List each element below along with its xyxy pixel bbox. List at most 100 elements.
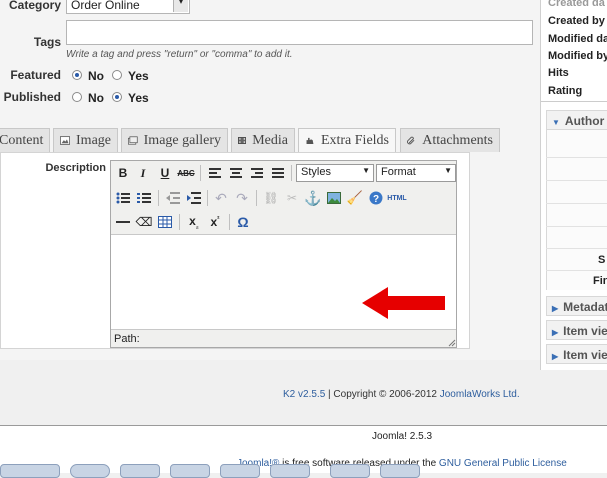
category-select[interactable]: Order Online ▾ <box>66 0 190 14</box>
metadata-panel-header[interactable]: ▶ Metadat <box>546 296 607 316</box>
triangle-right-icon: ▶ <box>552 304 559 313</box>
featured-yes-radio[interactable] <box>112 70 122 80</box>
author-panel-body <box>546 130 607 290</box>
item-view-panel-title-1: Item vie <box>563 324 607 338</box>
tab-image-gallery[interactable]: Image gallery <box>121 128 228 152</box>
bullet-list-icon <box>116 192 130 204</box>
outdent-button[interactable] <box>163 188 183 208</box>
indent-button[interactable] <box>184 188 204 208</box>
published-no-label: No <box>88 91 104 105</box>
outdent-icon <box>166 192 180 204</box>
align-right-button[interactable] <box>247 163 267 183</box>
taskbar-button[interactable] <box>380 464 420 478</box>
superscript-button[interactable]: x² <box>205 212 225 232</box>
cleanup-button[interactable]: 🧹 <box>345 188 365 208</box>
featured-no-radio[interactable] <box>72 70 82 80</box>
tab-extra-fields[interactable]: Extra Fields <box>298 128 396 152</box>
published-yes-label: Yes <box>128 91 149 105</box>
taskbar-button[interactable] <box>120 464 160 478</box>
help-button[interactable]: ? <box>366 188 386 208</box>
italic-button[interactable]: I <box>133 163 153 183</box>
extra-fields-icon <box>306 137 314 144</box>
item-view-panel-header-2[interactable]: ▶ Item vie <box>546 344 607 364</box>
table-grid-icon <box>158 216 172 228</box>
published-label: Published <box>3 90 61 104</box>
attachments-icon <box>407 136 415 145</box>
styles-select-value: Styles <box>301 166 331 178</box>
taskbar-button[interactable] <box>170 464 210 478</box>
taskbar-button[interactable] <box>0 464 60 478</box>
tags-input[interactable] <box>66 20 533 45</box>
redo-button[interactable]: ↷ <box>232 188 252 208</box>
format-select[interactable]: Format ▼ <box>376 164 456 182</box>
k2-footer: K2 v2.5.5 | Copyright © 2006-2012 Joomla… <box>283 389 520 400</box>
bullet-list-button[interactable] <box>113 188 133 208</box>
remove-format-button[interactable]: ⌫ <box>134 212 154 232</box>
toolbar-divider <box>256 190 257 206</box>
toolbar-divider <box>207 190 208 206</box>
published-no-radio[interactable] <box>72 92 82 102</box>
tab-image[interactable]: Image <box>53 128 118 152</box>
featured-no-label: No <box>88 69 104 83</box>
superscript-icon: x² <box>210 215 220 229</box>
metadata-panel-title: Metadat <box>563 300 607 314</box>
featured-yes-label: Yes <box>128 69 149 83</box>
item-view-panel-title-2: Item vie <box>563 348 607 362</box>
triangle-right-icon: ▶ <box>552 352 559 361</box>
taskbar-button[interactable] <box>270 464 310 478</box>
tags-hint: Write a tag and press "return" or "comma… <box>66 49 293 60</box>
toolbar-divider <box>200 165 201 181</box>
description-label: Description <box>45 162 106 174</box>
tab-image-label: Image <box>76 132 111 148</box>
sidebar-row-rating: Rating <box>548 85 583 97</box>
undo-button[interactable]: ↶ <box>211 188 231 208</box>
sidebar-row-hits: Hits <box>548 67 569 79</box>
subscript-button[interactable]: x₂ <box>184 212 204 232</box>
styles-select[interactable]: Styles ▼ <box>296 164 374 182</box>
special-char-button[interactable]: Ω <box>233 212 253 232</box>
chevron-down-icon: ▼ <box>362 166 370 175</box>
resize-handle-icon[interactable] <box>448 339 456 347</box>
item-view-panel-header-1[interactable]: ▶ Item vie <box>546 320 607 340</box>
author-publishing-panel-header[interactable]: ▼ Author p <box>546 110 607 130</box>
horizontal-rule-button[interactable] <box>113 212 133 232</box>
sidebar-row-created-date: Created da <box>548 0 605 9</box>
horizontal-rule-icon <box>116 221 130 223</box>
joomlaworks-link[interactable]: JoomlaWorks Ltd. <box>440 389 520 400</box>
taskbar-button[interactable] <box>330 464 370 478</box>
html-source-label: HTML <box>387 194 407 202</box>
align-justify-button[interactable] <box>268 163 288 183</box>
gnu-gpl-link[interactable]: GNU General Public License <box>439 458 567 469</box>
align-right-icon <box>251 168 263 178</box>
numbered-list-button[interactable] <box>134 188 154 208</box>
k2-version-link[interactable]: K2 v2.5.5 <box>283 389 325 400</box>
link-button[interactable]: ⛓ <box>261 188 281 208</box>
tab-media[interactable]: Media <box>231 128 295 152</box>
sidebar-row-created-by: Created by <box>548 15 605 27</box>
unlink-button[interactable]: ✂ <box>282 188 302 208</box>
category-value: Order Online <box>71 0 140 12</box>
html-source-button[interactable]: HTML <box>386 188 408 208</box>
numbered-list-icon <box>137 193 151 203</box>
underline-button[interactable]: U <box>155 163 175 183</box>
strikethrough-button[interactable]: ABC <box>176 163 196 183</box>
taskbar-button[interactable] <box>220 464 260 478</box>
anchor-button[interactable]: ⚓ <box>303 188 323 208</box>
anchor-icon: ⚓ <box>304 189 322 206</box>
taskbar-button[interactable] <box>70 464 110 478</box>
published-yes-radio[interactable] <box>112 92 122 102</box>
red-arrow-annotation <box>362 287 445 319</box>
align-center-button[interactable] <box>226 163 246 183</box>
triangle-right-icon: ▶ <box>552 328 559 337</box>
align-justify-icon <box>272 168 284 178</box>
insert-image-button[interactable] <box>324 188 344 208</box>
sidebar-row-modified-date: Modified da <box>548 33 607 45</box>
align-left-button[interactable] <box>205 163 225 183</box>
sidebar-divider <box>541 101 607 102</box>
redo-icon: ↷ <box>236 189 248 206</box>
tab-content[interactable]: Content <box>0 128 50 152</box>
tab-attachments[interactable]: Attachments <box>400 128 500 152</box>
panel-row-divider <box>546 180 607 181</box>
bold-button[interactable]: B <box>113 163 133 183</box>
visual-aid-button[interactable] <box>155 212 175 232</box>
